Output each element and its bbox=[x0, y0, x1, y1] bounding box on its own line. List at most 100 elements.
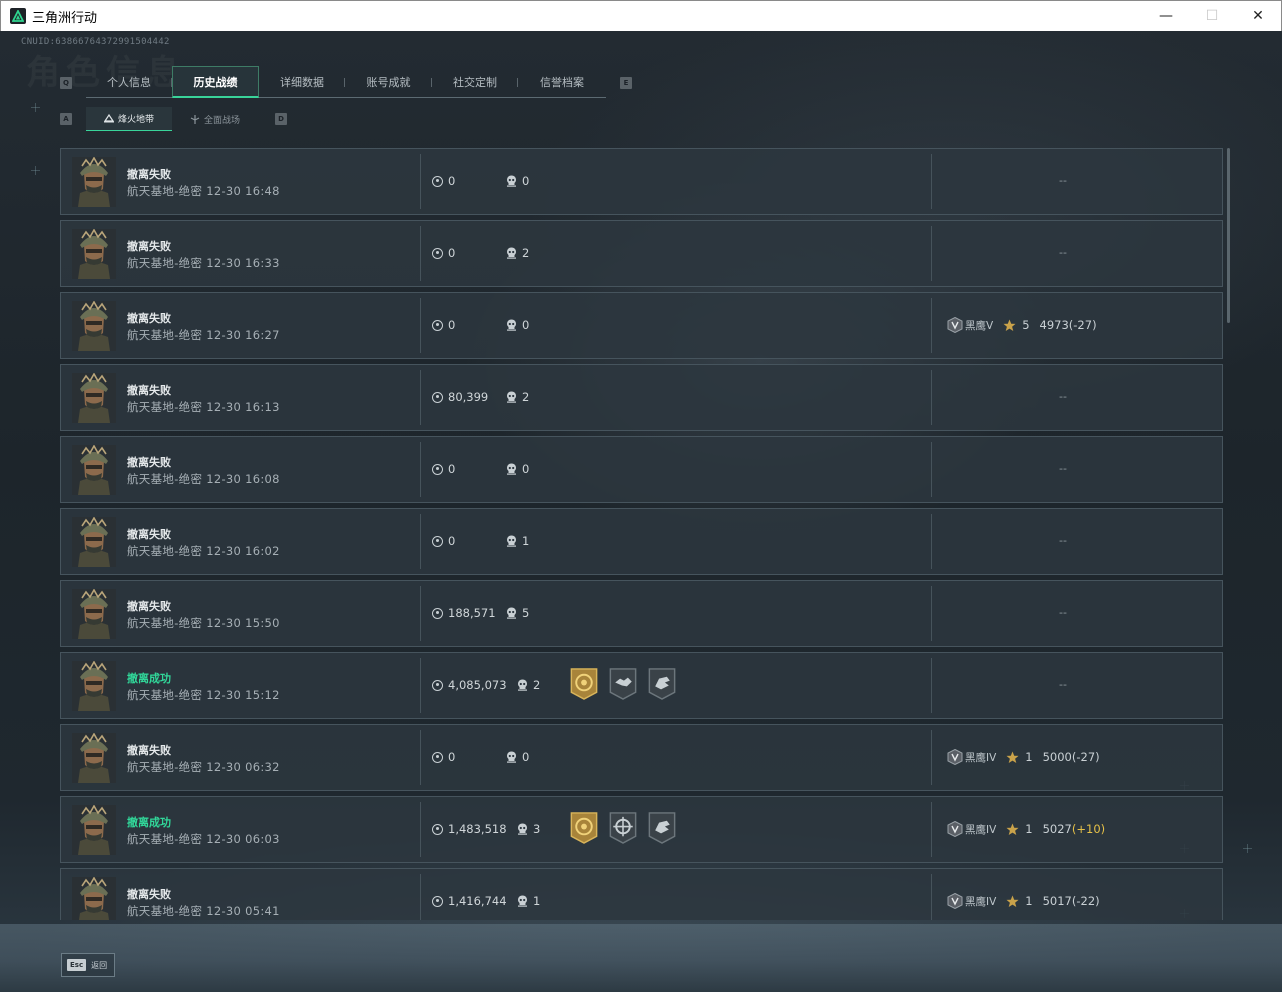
column-divider bbox=[931, 874, 932, 920]
rank-name: 黑鹰IV bbox=[965, 751, 997, 764]
column-divider bbox=[931, 154, 932, 209]
match-map-time: 航天基地-绝密 12-30 16:13 bbox=[127, 399, 280, 415]
coin-icon bbox=[432, 319, 443, 331]
minimize-button[interactable]: — bbox=[1143, 1, 1189, 31]
money-value: 80,399 bbox=[448, 390, 489, 404]
match-time: 12-30 06:03 bbox=[206, 832, 280, 846]
map-name: 航天基地-绝密 bbox=[127, 688, 203, 702]
match-row[interactable]: 撤离失败 航天基地-绝密 12-30 06:32 0 0 黑鹰IV 1 5000 (-… bbox=[60, 724, 1223, 791]
rank-emblem-icon bbox=[947, 317, 963, 333]
rank-stars: 1 bbox=[1025, 894, 1033, 908]
rank-emblem-icon bbox=[947, 749, 963, 765]
operator-avatar bbox=[72, 805, 116, 855]
column-divider bbox=[420, 586, 421, 641]
kills-stat: 0 bbox=[506, 750, 529, 764]
match-row[interactable]: 撤离失败 航天基地-绝密 12-30 16:02 0 1 -- bbox=[60, 508, 1223, 575]
match-time: 12-30 16:48 bbox=[206, 184, 280, 198]
close-button[interactable]: ✕ bbox=[1235, 1, 1281, 31]
rank-score: 4973 bbox=[1039, 318, 1069, 332]
match-row[interactable]: 撤离成功 航天基地-绝密 12-30 15:12 4,085,073 2 -- bbox=[60, 652, 1223, 719]
extraction-result: 撤离成功 bbox=[127, 816, 171, 829]
column-divider bbox=[420, 802, 421, 857]
rank-empty: -- bbox=[1059, 174, 1067, 187]
match-row[interactable]: 撤离失败 航天基地-绝密 12-30 16:27 0 0 黑鹰V 5 4973 (-2… bbox=[60, 292, 1223, 359]
hand-badge[interactable] bbox=[647, 667, 677, 701]
column-divider bbox=[420, 442, 421, 497]
bottom-bar: Esc 返回 bbox=[0, 924, 1282, 992]
list-scrollbar[interactable] bbox=[1227, 148, 1230, 323]
tab-match-history[interactable]: 历史战绩 bbox=[172, 66, 259, 98]
match-row[interactable]: 撤离失败 航天基地-绝密 12-30 16:08 0 0 -- bbox=[60, 436, 1223, 503]
coin-icon bbox=[432, 751, 443, 763]
skull-icon bbox=[518, 823, 527, 835]
subtab-operations[interactable]: 烽火地带 bbox=[86, 107, 172, 131]
match-row[interactable]: 撤离成功 航天基地-绝密 12-30 06:03 1,483,518 3 黑鹰I… bbox=[60, 796, 1223, 863]
rank-info: 黑鹰IV 1 5027 (+10) bbox=[947, 821, 1105, 837]
map-name: 航天基地-绝密 bbox=[127, 400, 203, 414]
rank-empty: -- bbox=[1059, 390, 1067, 403]
gold-medal-badge[interactable] bbox=[569, 667, 599, 701]
rank-stars: 5 bbox=[1022, 318, 1030, 332]
kills-value: 2 bbox=[522, 246, 530, 260]
kills-value: 1 bbox=[533, 894, 541, 908]
match-row[interactable]: 撤离失败 航天基地-绝密 12-30 16:33 0 2 -- bbox=[60, 220, 1223, 287]
key-hint-prev-tab[interactable]: Q bbox=[60, 77, 72, 89]
extraction-result: 撤离失败 bbox=[127, 600, 171, 613]
skull-icon bbox=[518, 679, 527, 691]
tab-detailed-data[interactable]: 详细数据 bbox=[259, 66, 345, 98]
column-divider bbox=[931, 370, 932, 425]
operator-avatar bbox=[72, 373, 116, 423]
map-name: 航天基地-绝密 bbox=[127, 544, 203, 558]
rank-delta: (+10) bbox=[1071, 822, 1106, 836]
skull-icon bbox=[507, 535, 516, 547]
rank-info: 黑鹰V 5 4973 (-27) bbox=[947, 317, 1097, 333]
rank-delta: (-22) bbox=[1071, 894, 1100, 908]
handshake-badge[interactable] bbox=[608, 667, 638, 701]
back-button[interactable]: Esc 返回 bbox=[61, 953, 115, 977]
skull-icon bbox=[507, 247, 516, 259]
map-name: 航天基地-绝密 bbox=[127, 328, 203, 342]
operator-avatar bbox=[72, 157, 116, 207]
key-hint-next-tab[interactable]: E bbox=[620, 77, 632, 89]
match-history-list[interactable]: 撤离失败 航天基地-绝密 12-30 16:48 0 0 -- 撤离失败 航天基… bbox=[60, 148, 1224, 920]
match-row[interactable]: 撤离失败 航天基地-绝密 12-30 16:48 0 0 -- bbox=[60, 148, 1223, 215]
skull-icon bbox=[507, 319, 516, 331]
operations-mode-icon bbox=[103, 114, 114, 123]
gold-medal-badge[interactable] bbox=[569, 811, 599, 845]
kills-value: 2 bbox=[522, 390, 530, 404]
match-row[interactable]: 撤离失败 航天基地-绝密 12-30 05:41 1,416,744 1 黑鹰I… bbox=[60, 868, 1223, 920]
rank-stars: 1 bbox=[1025, 750, 1033, 764]
crosshair-badge[interactable] bbox=[608, 811, 638, 845]
hand-badge[interactable] bbox=[647, 811, 677, 845]
subtab-warfare[interactable]: 全面战场 bbox=[172, 107, 258, 131]
match-row[interactable]: 撤离失败 航天基地-绝密 12-30 15:50 188,571 5 -- bbox=[60, 580, 1223, 647]
money-stat: 1,483,518 bbox=[432, 822, 507, 836]
match-time: 12-30 15:50 bbox=[206, 616, 280, 630]
key-hint-prev-subtab[interactable]: A bbox=[60, 113, 72, 125]
column-divider bbox=[420, 658, 421, 713]
coin-icon bbox=[432, 895, 443, 907]
match-map-time: 航天基地-绝密 12-30 05:41 bbox=[127, 903, 280, 919]
money-stat: 1,416,744 bbox=[432, 894, 507, 908]
match-row[interactable]: 撤离失败 航天基地-绝密 12-30 16:13 80,399 2 -- bbox=[60, 364, 1223, 431]
operator-avatar bbox=[72, 661, 116, 711]
extraction-result: 撤离失败 bbox=[127, 528, 171, 541]
window-title: 三角洲行动 bbox=[32, 9, 98, 25]
rank-info: 黑鹰IV 1 5000 (-27) bbox=[947, 749, 1100, 765]
esc-key-hint: Esc bbox=[67, 959, 87, 971]
tab-credit-record[interactable]: 信誉档案 bbox=[518, 66, 606, 98]
match-map-time: 航天基地-绝密 12-30 06:03 bbox=[127, 831, 280, 847]
maximize-button[interactable]: ☐ bbox=[1189, 1, 1235, 31]
column-divider bbox=[420, 298, 421, 353]
skull-icon bbox=[507, 751, 516, 763]
tab-social-custom[interactable]: 社交定制 bbox=[432, 66, 518, 98]
extraction-result: 撤离失败 bbox=[127, 384, 171, 397]
rank-delta: (-27) bbox=[1071, 750, 1100, 764]
tab-achievements[interactable]: 账号成就 bbox=[345, 66, 432, 98]
tab-personal-info[interactable]: 个人信息 bbox=[86, 66, 172, 98]
rank-empty: -- bbox=[1059, 678, 1067, 691]
rank-name: 黑鹰IV bbox=[965, 823, 997, 836]
operator-avatar bbox=[72, 877, 116, 920]
key-hint-next-subtab[interactable]: D bbox=[275, 113, 287, 125]
column-divider bbox=[931, 586, 932, 641]
